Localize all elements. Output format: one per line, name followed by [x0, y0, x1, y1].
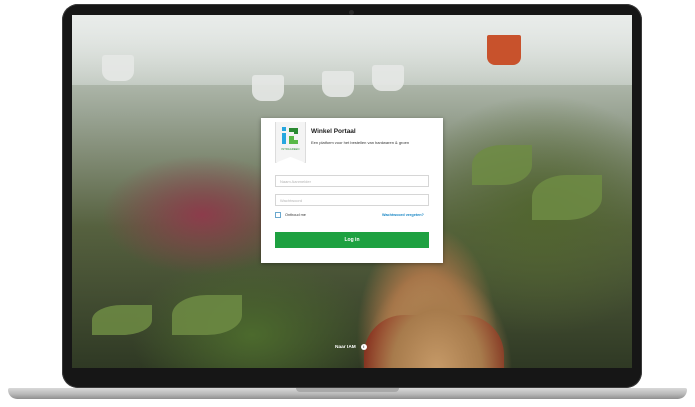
- laptop-frame: INTRAGREEN Winkel Portaal Een platform v…: [0, 0, 695, 407]
- remember-me-checkbox[interactable]: [275, 212, 281, 218]
- naar-iam-label: Naar IAM: [335, 344, 356, 350]
- login-card: INTRAGREEN Winkel Portaal Een platform v…: [261, 118, 443, 263]
- brand-logo: INTRAGREEN: [275, 122, 306, 163]
- remember-me-label: Onthoud me: [285, 213, 306, 217]
- forgot-password-link[interactable]: Wachtwoord vergeten?: [382, 213, 424, 217]
- background-planter: [372, 65, 404, 91]
- page-subtitle: Een platform voor het bestellen van hard…: [311, 140, 410, 145]
- info-circle-icon: i: [360, 344, 367, 350]
- background-leaf: [172, 295, 242, 335]
- screen-viewport: INTRAGREEN Winkel Portaal Een platform v…: [72, 15, 632, 368]
- leaf-arrows-logo-icon: [282, 127, 298, 144]
- page-title: Winkel Portaal: [311, 128, 356, 135]
- background-person-hair: [362, 270, 512, 368]
- background-leaf: [532, 175, 602, 220]
- background-leaf: [92, 305, 152, 335]
- remember-me[interactable]: Onthoud me: [275, 212, 306, 218]
- naar-iam-link[interactable]: Naar IAM i: [335, 344, 367, 350]
- background-planter: [322, 71, 354, 97]
- background-leaf: [472, 145, 532, 185]
- login-button[interactable]: Log in: [275, 232, 429, 248]
- logo-subtext: INTRAGREEN: [281, 148, 300, 151]
- background-planter: [102, 55, 134, 81]
- background-pot: [487, 35, 521, 65]
- username-input[interactable]: [275, 175, 429, 187]
- laptop-notch: [296, 388, 399, 392]
- background-planter: [252, 75, 284, 101]
- password-input[interactable]: [275, 194, 429, 206]
